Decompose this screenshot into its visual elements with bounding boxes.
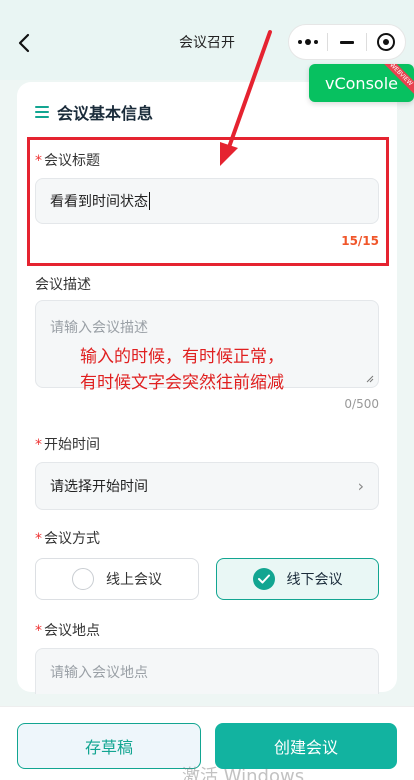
annotation-line-2: 有时候文字会突然往前缩减 xyxy=(80,373,284,393)
option-online-label: 线上会议 xyxy=(106,572,162,588)
option-offline[interactable]: 线下会议 xyxy=(216,558,379,600)
required-mark: * xyxy=(35,437,42,453)
start-time-label: * 开始时间 xyxy=(35,437,100,453)
required-mark: * xyxy=(35,623,42,639)
resize-handle-icon[interactable] xyxy=(366,375,374,383)
option-online[interactable]: 线上会议 xyxy=(35,558,199,600)
location-placeholder: 请输入会议地点 xyxy=(50,664,148,681)
description-label: 会议描述 xyxy=(35,277,91,293)
title-counter: 15/15 xyxy=(341,234,379,248)
annotation-text: 输入的时候，有时候正常， 有时候文字会突然往前缩减 xyxy=(80,344,284,396)
description-placeholder: 请输入会议描述 xyxy=(50,320,148,336)
start-time-placeholder: 请选择开始时间 xyxy=(50,479,148,495)
check-icon xyxy=(252,568,275,590)
location-label: * 会议地点 xyxy=(35,623,100,639)
required-mark: * xyxy=(35,531,42,547)
method-label: * 会议方式 xyxy=(35,531,100,547)
vconsole-label: vConsole xyxy=(325,73,398,93)
annotation-line-1: 输入的时候，有时候正常， xyxy=(80,347,284,367)
windows-activation-watermark: 激活 Windows xyxy=(182,766,305,780)
vconsole-button[interactable]: vConsole WEBVIEW xyxy=(309,64,414,102)
radio-icon xyxy=(72,568,94,590)
chevron-right-icon: › xyxy=(357,476,364,496)
save-draft-button[interactable]: 存草稿 xyxy=(17,723,201,769)
option-offline-label: 线下会议 xyxy=(286,572,343,588)
description-counter: 0/500 xyxy=(344,397,379,411)
location-input[interactable]: 请输入会议地点 xyxy=(35,648,379,694)
start-time-picker[interactable]: 请选择开始时间 › xyxy=(35,462,379,510)
